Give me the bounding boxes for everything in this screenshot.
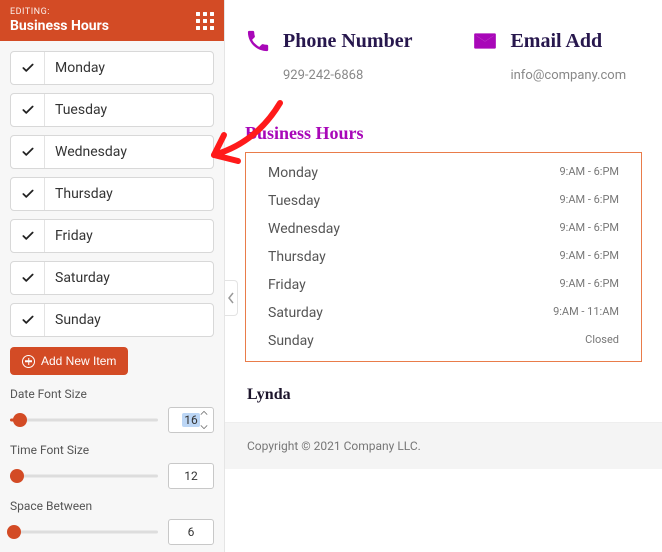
check-icon[interactable]: [11, 52, 45, 84]
check-icon[interactable]: [11, 136, 45, 168]
date-font-size-slider[interactable]: [10, 418, 158, 422]
day-row-tuesday[interactable]: Tuesday: [10, 93, 214, 127]
day-label[interactable]: Monday: [45, 52, 213, 84]
space-between-label: Space Between: [10, 499, 214, 513]
check-icon[interactable]: [11, 220, 45, 252]
phone-heading: Phone Number: [283, 30, 412, 53]
day-row-sunday[interactable]: Sunday: [10, 303, 214, 337]
day-label[interactable]: Sunday: [45, 304, 213, 336]
time-font-size-input[interactable]: 12: [168, 463, 214, 489]
check-icon[interactable]: [11, 94, 45, 126]
drag-grip-icon[interactable]: [196, 12, 214, 30]
phone-value: 929-242-6868: [283, 68, 412, 83]
day-label[interactable]: Thursday: [45, 178, 213, 210]
editing-title: Business Hours: [10, 18, 109, 34]
signature: Lynda: [225, 362, 662, 416]
footer-copyright: Copyright © 2021 Company LLC.: [225, 422, 662, 469]
add-new-item-button[interactable]: Add New Item: [10, 347, 128, 375]
email-icon: [472, 28, 498, 54]
email-value: info@company.com: [510, 68, 626, 83]
date-font-size-input[interactable]: 16: [168, 407, 214, 433]
check-icon[interactable]: [11, 304, 45, 336]
email-heading: Email Add: [510, 30, 602, 53]
day-row-thursday[interactable]: Thursday: [10, 177, 214, 211]
date-font-size-label: Date Font Size: [10, 387, 214, 401]
day-label[interactable]: Friday: [45, 220, 213, 252]
hours-row: Monday9:AM - 6:PM: [246, 159, 641, 187]
collapse-sidebar-handle[interactable]: [225, 280, 238, 316]
day-row-monday[interactable]: Monday: [10, 51, 214, 85]
day-row-friday[interactable]: Friday: [10, 219, 214, 253]
day-label[interactable]: Tuesday: [45, 94, 213, 126]
page-preview: Phone Number 929-242-6868 Email Add info…: [225, 0, 662, 552]
day-label[interactable]: Saturday: [45, 262, 213, 294]
phone-block: Phone Number 929-242-6868: [245, 28, 412, 83]
space-between-input[interactable]: 6: [168, 519, 214, 545]
phone-icon: [245, 28, 271, 54]
add-label: Add New Item: [41, 354, 116, 368]
hours-row: Friday9:AM - 6:PM: [246, 271, 641, 299]
time-font-size-slider[interactable]: [10, 474, 158, 478]
business-hours-title: Business Hours: [225, 123, 662, 144]
chevron-left-icon: [227, 292, 235, 304]
sidebar-header: EDITING: Business Hours: [0, 0, 224, 41]
day-row-saturday[interactable]: Saturday: [10, 261, 214, 295]
editing-eyebrow: EDITING:: [10, 7, 109, 17]
hours-row: Thursday9:AM - 6:PM: [246, 243, 641, 271]
hours-row: Tuesday9:AM - 6:PM: [246, 187, 641, 215]
email-block: Email Add info@company.com: [472, 28, 626, 83]
hours-row: Saturday9:AM - 11:AM: [246, 299, 641, 327]
check-icon[interactable]: [11, 262, 45, 294]
hours-row: Wednesday9:AM - 6:PM: [246, 215, 641, 243]
plus-circle-icon: [22, 355, 35, 368]
editor-sidebar: EDITING: Business Hours Monday Tuesday W…: [0, 0, 225, 552]
day-label[interactable]: Wednesday: [45, 136, 213, 168]
days-list: Monday Tuesday Wednesday Thursday Friday…: [10, 51, 214, 337]
check-icon[interactable]: [11, 178, 45, 210]
day-row-wednesday[interactable]: Wednesday: [10, 135, 214, 169]
space-between-slider[interactable]: [10, 530, 158, 534]
hours-row: SundayClosed: [246, 327, 641, 355]
business-hours-box: Monday9:AM - 6:PM Tuesday9:AM - 6:PM Wed…: [245, 152, 642, 362]
time-font-size-label: Time Font Size: [10, 443, 214, 457]
spinner-icon[interactable]: [200, 410, 210, 430]
